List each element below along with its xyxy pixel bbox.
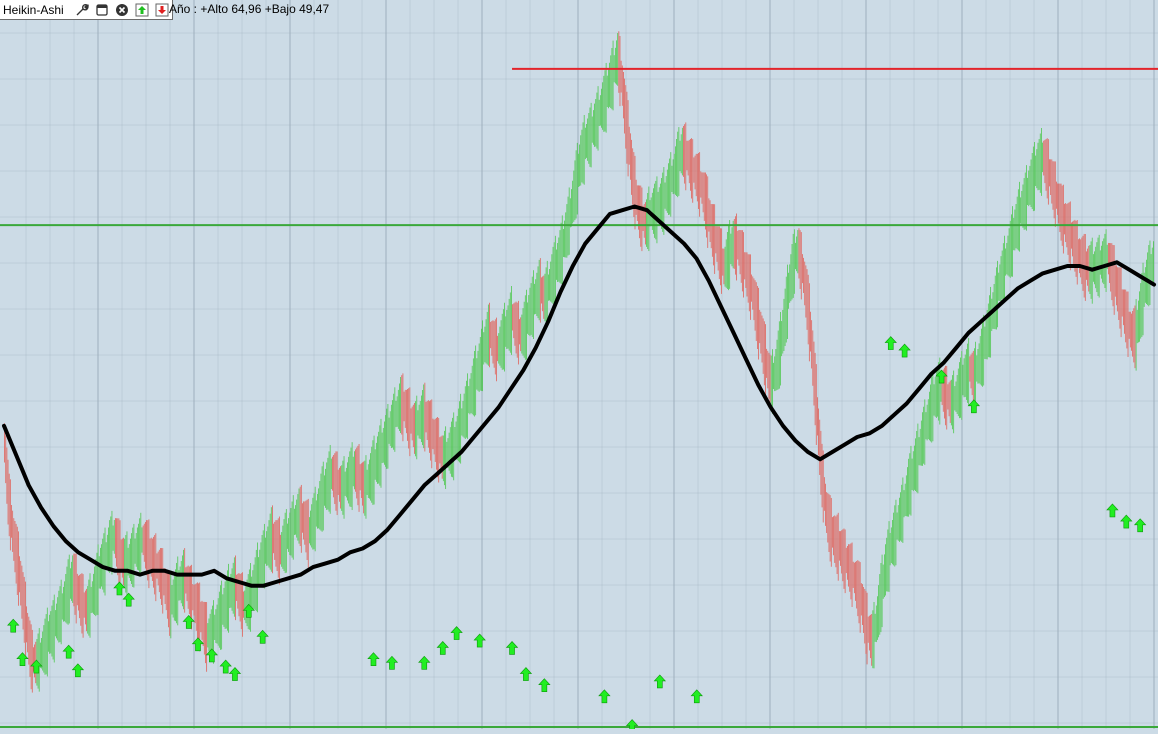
sell-signal-button[interactable] — [154, 2, 170, 18]
arrow-up-icon — [135, 3, 149, 16]
properties-button[interactable] — [74, 2, 90, 18]
buy-signal-arrow — [436, 641, 449, 655]
wrench-icon — [76, 3, 89, 15]
line-layer — [0, 67, 1158, 728]
chart-title: Heikin-Ashi — [3, 2, 64, 17]
buy-signal-arrow — [16, 652, 29, 666]
buy-signal-button[interactable] — [134, 2, 150, 18]
price-chart — [0, 0, 1158, 733]
signal-layer — [7, 336, 1147, 733]
close-icon — [115, 3, 128, 16]
buy-signal-arrow — [182, 615, 195, 629]
chart-toolbar: Heikin-Ashi — [0, 0, 173, 20]
price-range-label: Año : +Alto 64,96 +Bajo 49,47 — [169, 2, 330, 16]
window-icon — [96, 3, 108, 16]
buy-signal-arrow — [418, 655, 431, 670]
buy-signal-arrow — [7, 618, 20, 633]
arrow-down-icon — [155, 3, 169, 16]
buy-signal-arrow — [1106, 503, 1119, 518]
buy-signal-arrow — [450, 626, 463, 640]
buy-signal-arrow — [385, 655, 399, 670]
chart-area[interactable] — [0, 0, 1158, 733]
buy-signal-arrow — [367, 652, 380, 666]
buy-signal-arrow — [505, 641, 519, 655]
buy-signal-arrow — [884, 336, 897, 350]
candle-layer — [4, 31, 1154, 693]
buy-signal-arrow — [538, 678, 551, 692]
grid-layer — [0, 0, 1158, 729]
buy-signal-arrow — [690, 689, 703, 704]
buy-signal-arrow — [473, 633, 486, 648]
buy-signal-arrow — [228, 667, 242, 681]
buy-signal-arrow — [219, 659, 232, 674]
buy-signal-arrow — [967, 399, 981, 414]
buy-signal-arrow — [62, 644, 75, 659]
close-button[interactable] — [114, 2, 130, 18]
buy-signal-arrow — [256, 629, 269, 644]
buy-signal-arrow — [519, 667, 533, 681]
buy-signal-arrow — [122, 592, 135, 607]
window-button[interactable] — [94, 2, 110, 18]
buy-signal-arrow — [205, 648, 219, 663]
buy-signal-arrow — [1133, 518, 1147, 533]
ma-layer — [2, 204, 1156, 588]
buy-signal-arrow — [598, 689, 611, 704]
moving-average-line — [2, 204, 1156, 588]
